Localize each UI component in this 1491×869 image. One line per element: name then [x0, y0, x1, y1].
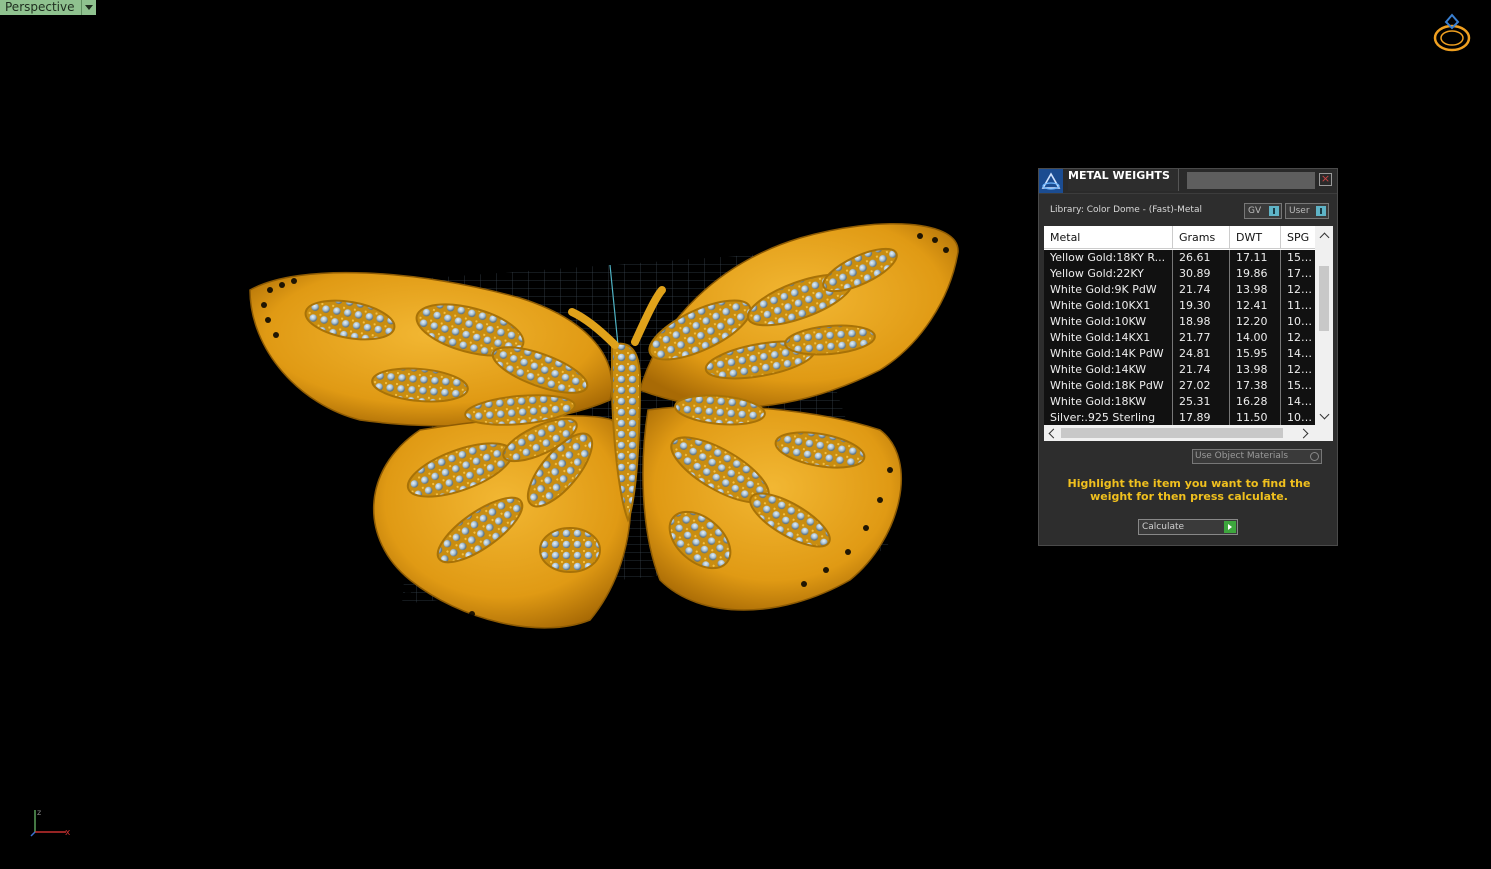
cell-grams: 21.74: [1173, 282, 1230, 298]
user-toggle-label: User: [1289, 206, 1310, 216]
axis-gizmo: z x: [30, 808, 71, 838]
cell-grams: 26.61: [1173, 250, 1230, 266]
table-row[interactable]: White Gold:14KW21.7413.98 12.59: [1044, 362, 1315, 378]
cell-spg: 14.37: [1287, 347, 1315, 360]
cell-metal: White Gold:9K PdW: [1044, 282, 1173, 298]
cell-grams: 25.31: [1173, 394, 1230, 410]
axis-z-label: z: [37, 808, 41, 817]
table-row[interactable]: White Gold:10KW18.9812.20 10.99: [1044, 314, 1315, 330]
metal-weights-table[interactable]: Metal Grams DWT SPG Yellow Gold:18KY R..…: [1044, 226, 1333, 441]
gv-toggle-label: GV: [1248, 206, 1262, 216]
cell-grams: 24.81: [1173, 346, 1230, 362]
table-row[interactable]: White Gold:10KX119.3012.41 11.18: [1044, 298, 1315, 314]
cell-dwt: 17.11: [1230, 250, 1281, 266]
cell-grams: 17.89: [1173, 410, 1230, 426]
calculate-label: Calculate: [1142, 522, 1185, 532]
cell-spg: 10.36: [1287, 411, 1315, 424]
calculate-button[interactable]: Calculate: [1138, 519, 1238, 535]
cell-grams: 27.02: [1173, 378, 1230, 394]
panel-title: METAL WEIGHTS: [1068, 169, 1179, 191]
cell-metal: White Gold:14KX1: [1044, 330, 1173, 346]
scroll-left-icon[interactable]: [1044, 425, 1060, 441]
table-row[interactable]: Silver:.925 Sterling17.8911.50 10.36: [1044, 410, 1315, 426]
cell-spg: 15.41: [1287, 251, 1315, 264]
ring-icon[interactable]: [1431, 12, 1473, 54]
cell-metal: White Gold:18KW: [1044, 394, 1173, 410]
horizontal-scrollbar[interactable]: [1044, 425, 1333, 441]
col-header-metal[interactable]: Metal: [1044, 226, 1173, 249]
axis-x-label: x: [65, 828, 71, 838]
cell-dwt: 13.98: [1230, 282, 1281, 298]
cell-metal: White Gold:14KW: [1044, 362, 1173, 378]
cell-grams: 19.30: [1173, 298, 1230, 314]
library-label: Library: Color Dome - (Fast)-Metal: [1050, 205, 1202, 215]
toggle-knob-icon: [1316, 206, 1326, 216]
cell-metal: Yellow Gold:18KY R...: [1044, 250, 1173, 266]
table-row[interactable]: White Gold:18K PdW27.0217.38 15.65: [1044, 378, 1315, 394]
cell-spg: 15.65: [1287, 379, 1315, 392]
table-row[interactable]: White Gold:18KW25.3116.28 14.66: [1044, 394, 1315, 410]
cell-spg: 12.59: [1287, 363, 1315, 376]
panel-titlebar[interactable]: METAL WEIGHTS ×: [1039, 169, 1337, 194]
cell-spg: 12.59: [1287, 283, 1315, 296]
metal-weights-panel: METAL WEIGHTS × Library: Color Dome - (F…: [1038, 168, 1338, 546]
cell-spg: 11.18: [1287, 299, 1315, 312]
cell-spg: 14.66: [1287, 395, 1315, 408]
table-row[interactable]: White Gold:14KX121.7714.00 12.61: [1044, 330, 1315, 346]
col-header-spg[interactable]: SPG: [1281, 226, 1315, 249]
cell-metal: White Gold:10KX1: [1044, 298, 1173, 314]
table-row[interactable]: White Gold:14K PdW24.8115.95 14.37: [1044, 346, 1315, 362]
cell-grams: 21.74: [1173, 362, 1230, 378]
gv-toggle[interactable]: GV: [1244, 203, 1282, 219]
vertical-scrollbar[interactable]: [1315, 226, 1333, 425]
cell-spg: 12.61: [1287, 331, 1315, 344]
cell-dwt: 11.50: [1230, 410, 1281, 426]
cell-spg: 10.99: [1287, 315, 1315, 328]
cell-grams: 21.77: [1173, 330, 1230, 346]
toggle-knob-icon: [1269, 206, 1279, 216]
cell-metal: Yellow Gold:22KY: [1044, 266, 1173, 282]
cell-metal: White Gold:10KW: [1044, 314, 1173, 330]
table-body: Yellow Gold:18KY R...26.6117.1115.41Yell…: [1044, 250, 1315, 426]
radio-icon: [1310, 452, 1319, 461]
scroll-up-icon[interactable]: [1315, 228, 1333, 242]
hint-text: Highlight the item you want to find the …: [1067, 477, 1311, 503]
use-object-materials-toggle[interactable]: Use Object Materials: [1192, 449, 1322, 464]
cell-dwt: 19.86: [1230, 266, 1281, 282]
scroll-down-icon[interactable]: [1315, 409, 1333, 423]
cell-dwt: 15.95: [1230, 346, 1281, 362]
cell-metal: White Gold:14K PdW: [1044, 346, 1173, 362]
cell-spg: 17.89: [1287, 267, 1315, 280]
table-row[interactable]: Yellow Gold:22KY30.8919.86 17.89: [1044, 266, 1315, 282]
col-header-grams[interactable]: Grams: [1173, 226, 1230, 249]
table-row[interactable]: White Gold:9K PdW21.7413.98 12.59: [1044, 282, 1315, 298]
viewport-dropdown-icon[interactable]: [81, 0, 96, 15]
cell-metal: Silver:.925 Sterling: [1044, 410, 1173, 426]
close-icon[interactable]: ×: [1319, 173, 1332, 186]
viewport-tab[interactable]: Perspective: [0, 0, 96, 15]
play-arrow-icon: [1224, 521, 1236, 533]
col-header-dwt[interactable]: DWT: [1230, 226, 1281, 249]
scroll-thumb-horizontal[interactable]: [1061, 428, 1283, 438]
cell-dwt: 14.00: [1230, 330, 1281, 346]
use-object-materials-label: Use Object Materials: [1195, 451, 1289, 461]
scroll-thumb[interactable]: [1319, 266, 1329, 331]
cell-metal: White Gold:18K PdW: [1044, 378, 1173, 394]
cell-dwt: 12.20: [1230, 314, 1281, 330]
titlebar-spacer: [1187, 172, 1315, 189]
cell-dwt: 16.28: [1230, 394, 1281, 410]
cell-dwt: 12.41: [1230, 298, 1281, 314]
table-header: Metal Grams DWT SPG: [1044, 226, 1315, 249]
cell-dwt: 13.98: [1230, 362, 1281, 378]
cell-dwt: 17.38: [1230, 378, 1281, 394]
scroll-right-icon[interactable]: [1297, 425, 1313, 441]
cell-grams: 18.98: [1173, 314, 1230, 330]
user-toggle[interactable]: User: [1285, 203, 1329, 219]
viewport-label[interactable]: Perspective: [0, 0, 82, 15]
table-row[interactable]: Yellow Gold:18KY R...26.6117.11 15.41: [1044, 250, 1315, 266]
app-logo-icon: [1039, 169, 1063, 193]
cell-grams: 30.89: [1173, 266, 1230, 282]
